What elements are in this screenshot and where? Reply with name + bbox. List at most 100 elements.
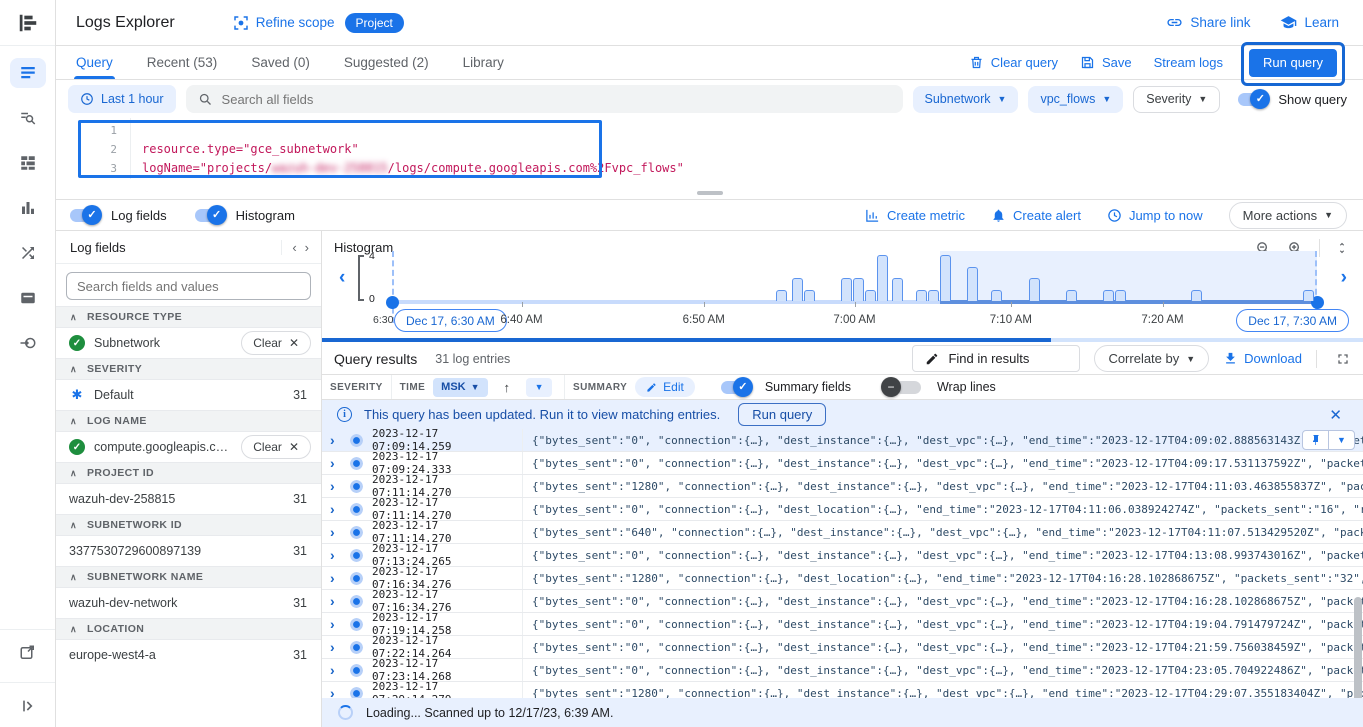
nav-logs-explorer-icon[interactable] xyxy=(10,58,46,88)
histogram-bar[interactable] xyxy=(776,290,787,302)
time-options-dropdown[interactable]: ▼ xyxy=(526,378,552,397)
run-query-button[interactable]: Run query xyxy=(1249,49,1337,77)
range-end-pill[interactable]: Dec 17, 7:30 AM xyxy=(1236,309,1349,332)
expand-rail-icon[interactable] xyxy=(10,691,46,721)
search-all-fields-field[interactable] xyxy=(222,92,891,107)
nav-storage-icon[interactable] xyxy=(10,283,46,313)
query-editor[interactable]: 1 2 3 resource.type="gce_subnetwork"logN… xyxy=(56,118,1363,200)
log-entry-row[interactable]: › 2023-12-17 07:22:14.264 {"bytes_sent":… xyxy=(322,636,1363,659)
histogram-bar[interactable] xyxy=(1103,290,1114,302)
expand-histogram-icon[interactable] xyxy=(1335,240,1349,256)
expand-row-icon[interactable]: › xyxy=(330,432,350,448)
log-field-section-header[interactable]: ∧ RESOURCE TYPE xyxy=(56,306,321,328)
histogram-bar[interactable] xyxy=(991,290,1002,302)
histogram-bar[interactable] xyxy=(928,290,939,302)
fullscreen-icon[interactable] xyxy=(1335,351,1351,367)
learn-button[interactable]: Learn xyxy=(1280,14,1339,31)
log-entry-row[interactable]: › 2023-12-17 07:29:14.279 {"bytes_sent":… xyxy=(322,682,1363,698)
expand-row-icon[interactable]: › xyxy=(330,570,350,586)
histogram-bar[interactable] xyxy=(841,278,852,301)
histogram-pan-left-icon[interactable]: ‹ xyxy=(339,267,345,289)
time-range-chip[interactable]: Last 1 hour xyxy=(68,85,176,113)
histogram-bar[interactable] xyxy=(1115,290,1126,302)
log-field-value[interactable]: wazuh-dev-258815 31 xyxy=(56,484,321,514)
create-metric-button[interactable]: Create metric xyxy=(865,208,965,223)
pin-log-button[interactable] xyxy=(1303,431,1328,449)
stream-logs-button[interactable]: Stream logs xyxy=(1154,55,1223,70)
log-field-section-header[interactable]: ∧ PROJECT ID xyxy=(56,462,321,484)
download-button[interactable]: Download xyxy=(1223,351,1302,366)
range-start-handle[interactable] xyxy=(386,296,399,309)
clear-filter-button[interactable]: Clear ✕ xyxy=(241,435,311,459)
expand-row-icon[interactable]: › xyxy=(330,616,350,632)
log-entry-row[interactable]: › 2023-12-17 07:09:24.333 {"bytes_sent":… xyxy=(322,452,1363,475)
histogram-toggle[interactable]: ✓ xyxy=(195,209,223,222)
expand-row-icon[interactable]: › xyxy=(330,478,350,494)
save-button[interactable]: Save xyxy=(1080,55,1132,70)
log-field-value[interactable]: wazuh-dev-network 31 xyxy=(56,588,321,618)
range-start-pill[interactable]: Dec 17, 6:30 AM xyxy=(394,309,507,332)
log-field-value[interactable]: 3377530729600897139 31 xyxy=(56,536,321,566)
expand-row-icon[interactable]: › xyxy=(330,639,350,655)
search-all-fields-input[interactable] xyxy=(186,85,903,113)
histogram-bar[interactable] xyxy=(967,267,978,302)
clear-filter-button[interactable]: Clear ✕ xyxy=(241,331,311,355)
histogram-bar[interactable] xyxy=(804,290,815,302)
close-banner-icon[interactable]: ✕ xyxy=(1329,406,1348,424)
refine-scope-button[interactable]: Refine scope xyxy=(233,15,335,31)
log-fields-search-field[interactable] xyxy=(77,279,300,294)
edit-summary-button[interactable]: Edit xyxy=(635,377,695,397)
histogram-pan-right-icon[interactable]: › xyxy=(1341,267,1347,289)
severity-filter-chip[interactable]: Severity ▼ xyxy=(1133,86,1220,113)
wrap-lines-toggle[interactable]: − xyxy=(881,377,901,397)
scope-badge[interactable]: Project xyxy=(345,13,404,33)
expand-row-icon[interactable]: › xyxy=(330,501,350,517)
logging-product-logo-icon[interactable] xyxy=(0,0,55,46)
row-actions-dropdown[interactable]: ▼ xyxy=(1329,431,1354,449)
expand-row-icon[interactable]: › xyxy=(330,455,350,471)
histogram-bar[interactable] xyxy=(1066,290,1077,302)
expand-row-icon[interactable]: › xyxy=(330,524,350,540)
log-field-section-header[interactable]: ∧ SEVERITY xyxy=(56,358,321,380)
tab[interactable]: Saved (0) xyxy=(251,46,310,79)
log-entry-row[interactable]: › 2023-12-17 07:16:34.276 {"bytes_sent":… xyxy=(322,590,1363,613)
feedback-compose-icon[interactable] xyxy=(10,638,46,668)
log-field-value[interactable]: ✓ Subnetwork Clear ✕ xyxy=(56,328,321,358)
log-entry-row[interactable]: › 2023-12-17 07:13:24.265 {"bytes_sent":… xyxy=(322,544,1363,567)
clear-query-button[interactable]: Clear query xyxy=(969,55,1058,70)
timezone-selector[interactable]: MSK ▼ xyxy=(433,378,487,397)
histogram-chart[interactable] xyxy=(392,255,1317,301)
histogram-bar[interactable] xyxy=(865,290,876,302)
log-field-section-header[interactable]: ∧ SUBNETWORK ID xyxy=(56,514,321,536)
tab[interactable]: Recent (53) xyxy=(147,46,218,79)
resource-filter-chip[interactable]: Subnetwork ▼ xyxy=(913,86,1019,113)
histogram-bar[interactable] xyxy=(877,255,888,301)
tab[interactable]: Query xyxy=(76,46,113,79)
summary-fields-toggle[interactable]: ✓ xyxy=(721,381,749,394)
log-entry-row[interactable]: › 2023-12-17 07:11:14.270 {"bytes_sent":… xyxy=(322,498,1363,521)
log-entry-row[interactable]: › 2023-12-17 07:11:14.270 {"bytes_sent":… xyxy=(322,475,1363,498)
correlate-by-button[interactable]: Correlate by ▼ xyxy=(1094,345,1209,372)
log-entry-row[interactable]: › 2023-12-17 07:09:14.259 {"bytes_sent":… xyxy=(322,429,1363,452)
histogram-bar[interactable] xyxy=(940,255,951,301)
log-field-section-header[interactable]: ∧ LOCATION xyxy=(56,618,321,640)
log-fields-toggle[interactable]: ✓ xyxy=(70,209,98,222)
log-fields-search[interactable] xyxy=(66,272,311,300)
share-link-button[interactable]: Share link xyxy=(1166,14,1250,31)
expand-row-icon[interactable]: › xyxy=(330,662,350,678)
histogram-bar[interactable] xyxy=(892,278,903,301)
histogram-bar[interactable] xyxy=(1191,290,1202,302)
log-field-section-header[interactable]: ∧ SUBNETWORK NAME xyxy=(56,566,321,588)
expand-row-icon[interactable]: › xyxy=(330,685,350,698)
more-actions-button[interactable]: More actions ▼ xyxy=(1229,202,1347,229)
log-entry-row[interactable]: › 2023-12-17 07:19:14.258 {"bytes_sent":… xyxy=(322,613,1363,636)
log-field-section-header[interactable]: ∧ LOG NAME xyxy=(56,410,321,432)
log-field-value[interactable]: ✱ Default 31 xyxy=(56,380,321,410)
histogram-bar[interactable] xyxy=(1303,290,1314,302)
find-in-results-input[interactable]: Find in results xyxy=(912,345,1080,372)
tab[interactable]: Library xyxy=(463,46,504,79)
vertical-scrollbar[interactable] xyxy=(1354,597,1362,698)
nav-log-search-icon[interactable] xyxy=(10,103,46,133)
tab[interactable]: Suggested (2) xyxy=(344,46,429,79)
log-field-value[interactable]: ✓ compute.googleapis.com/... Clear ✕ xyxy=(56,432,321,462)
